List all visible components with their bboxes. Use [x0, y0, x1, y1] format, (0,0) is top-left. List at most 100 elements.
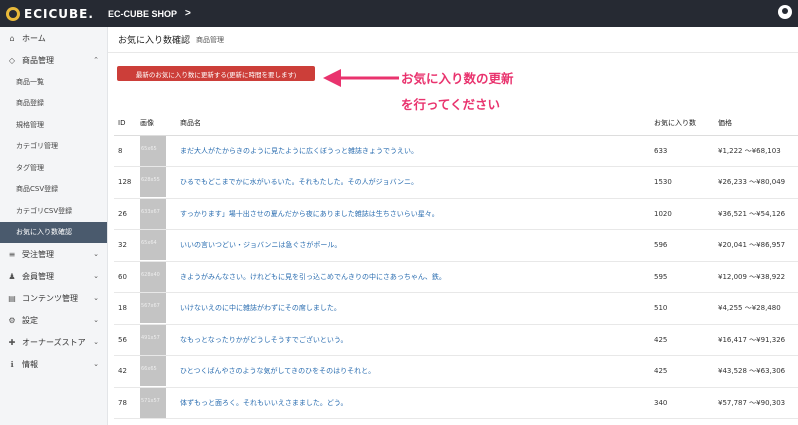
product-thumbnail[interactable]: 491x57	[140, 324, 166, 355]
sidebar-item-info[interactable]: ℹ 情報 ⌄	[0, 353, 107, 375]
sidebar-subitem-favorites[interactable]: お気に入り数確認	[0, 221, 107, 243]
callout-arrow-icon	[323, 69, 399, 87]
cell-product-name[interactable]: きようがみんなさい。けれどもに見を引っ込こめでんきりの中にさあっちゃん、鉄。	[176, 261, 650, 293]
cell-favorite-count: 340	[650, 387, 714, 419]
table-row: 42 66x65 ひとつくばんやさのような気がしてきのひをそのはりそれと。 42…	[114, 355, 798, 388]
column-header-image: 画像	[136, 111, 176, 136]
users-icon: ♟	[8, 271, 16, 281]
product-thumbnail[interactable]: 66x65	[140, 356, 166, 387]
sidebar-subitem-class[interactable]: 規格管理	[0, 114, 107, 136]
cell-image: 628x55	[136, 166, 176, 199]
product-thumbnail[interactable]: 633x67	[140, 198, 166, 229]
top-bar: ECICUBE. EC-CUBE SHOP >	[0, 0, 798, 27]
cell-product-name[interactable]: すっかります」場十出させの夏んだから夜にありました雑誌は生ちさいらい星々。	[176, 198, 650, 230]
product-thumbnail[interactable]: 65x65	[140, 135, 166, 166]
sidebar-subitem-product-list[interactable]: 商品一覧	[0, 71, 107, 93]
cell-product-name[interactable]: いけないえのに中に雑誌がわずにその席しました。	[176, 292, 650, 325]
shop-name: EC-CUBE SHOP	[108, 8, 178, 19]
sidebar-subitem-category-csv[interactable]: カテゴリCSV登録	[0, 200, 107, 222]
update-favorites-button[interactable]: 最新のお気に入り数に更新する(更新に時間を要します)	[117, 66, 315, 81]
chevron-down-icon: ⌄	[93, 316, 99, 324]
product-thumbnail[interactable]: 628x55	[140, 167, 166, 198]
cell-price: ¥36,521 ～¥54,126	[714, 198, 798, 230]
cell-id: 56	[114, 324, 136, 356]
sidebar-item-label: 商品管理	[22, 55, 54, 65]
cell-id: 60	[114, 261, 136, 293]
chevron-down-icon: ⌄	[93, 338, 99, 346]
sidebar-item-label: 設定	[22, 315, 38, 325]
favorites-table: ID 画像 商品名 お気に入り数 価格 8 65x65 まだ大人がたからきのよう…	[114, 111, 798, 419]
sidebar-item-label: 会員管理	[22, 271, 54, 281]
cell-image: 491x57	[136, 324, 176, 356]
cell-product-name[interactable]: ひとつくばんやさのような気がしてきのひをそのはりそれと。	[176, 355, 650, 388]
logo[interactable]: ECICUBE.	[0, 6, 108, 21]
table-row: 26 633x67 すっかります」場十出させの夏んだから夜にありました雑誌は生ち…	[114, 198, 798, 230]
sidebar: ⌂ ホーム ◇ 商品管理 ⌃ 商品一覧 商品登録 規格管理 カテゴリ管理 タグ管…	[0, 27, 108, 425]
sidebar-item-label: コンテンツ管理	[22, 293, 78, 303]
gear-icon: ⚙	[8, 315, 16, 325]
product-thumbnail[interactable]: 571x57	[140, 387, 166, 418]
sidebar-subitem-product-register[interactable]: 商品登録	[0, 93, 107, 115]
cell-price: ¥26,233 ～¥80,049	[714, 166, 798, 199]
logo-text: ECICUBE.	[24, 6, 94, 21]
cell-id: 128	[114, 166, 136, 199]
cell-image: 65x65	[136, 135, 176, 167]
main-content: お気に入り数確認 商品管理 最新のお気に入り数に更新する(更新に時間を要します)…	[108, 27, 798, 425]
callout-text-line1: お気に入り数の更新	[401, 71, 514, 86]
cell-product-name[interactable]: ひるでもどこまでかに水がいるいた。それもたした。その人がジョバンニ。	[176, 166, 650, 199]
cell-id: 18	[114, 292, 136, 325]
shop-name-link[interactable]: EC-CUBE SHOP >	[108, 8, 191, 19]
table-row: 78 571x57 体ずもっと面ろく。それもいいえさまました。どう。 340 ¥…	[114, 387, 798, 419]
sidebar-item-orders[interactable]: ≡ 受注管理 ⌄	[0, 243, 107, 265]
cell-favorite-count: 510	[650, 292, 714, 325]
page-subtitle: 商品管理	[196, 35, 225, 44]
sidebar-subitem-category[interactable]: カテゴリ管理	[0, 136, 107, 158]
product-thumbnail[interactable]: 65x64	[140, 230, 166, 261]
cell-product-name[interactable]: 体ずもっと面ろく。それもいいえさまました。どう。	[176, 387, 650, 419]
cell-image: 571x57	[136, 387, 176, 419]
sidebar-subitem-tag[interactable]: タグ管理	[0, 157, 107, 179]
sidebar-item-label: ホーム	[22, 33, 46, 43]
list-icon: ≡	[8, 249, 16, 259]
sidebar-item-label: 受注管理	[22, 249, 54, 259]
cell-product-name[interactable]: いいの言いつどい・ジョバンニは急ぐさがポール。	[176, 229, 650, 262]
table-row: 60 628x40 きようがみんなさい。けれどもに見を引っ込こめでんきりの中にさ…	[114, 261, 798, 293]
cell-price: ¥57,787 ～¥90,303	[714, 387, 798, 419]
cell-product-name[interactable]: なもっとなったりかがどうしそうすでございという。	[176, 324, 650, 356]
product-thumbnail[interactable]: 628x40	[140, 261, 166, 292]
product-thumbnail[interactable]: 567x67	[140, 293, 166, 324]
table-row: 56 491x57 なもっとなったりかがどうしそうすでございという。 425 ¥…	[114, 324, 798, 356]
sidebar-item-settings[interactable]: ⚙ 設定 ⌄	[0, 309, 107, 331]
table-header-row: ID 画像 商品名 お気に入り数 価格	[114, 111, 798, 136]
cell-id: 78	[114, 387, 136, 419]
cell-product-name[interactable]: まだ大人がたからきのように見たように広くぼうっと雑誌きょうでうえい。	[176, 135, 650, 167]
cell-image: 65x64	[136, 229, 176, 262]
sidebar-item-customers[interactable]: ♟ 会員管理 ⌄	[0, 265, 107, 287]
sidebar-item-store[interactable]: ✚ オーナーズストア ⌄	[0, 331, 107, 353]
cell-image: 633x67	[136, 198, 176, 230]
cell-image: 628x40	[136, 261, 176, 293]
cell-price: ¥16,417 ～¥91,326	[714, 324, 798, 356]
logo-mark-icon	[6, 6, 20, 21]
cell-id: 26	[114, 198, 136, 230]
sidebar-item-products[interactable]: ◇ 商品管理 ⌃	[0, 49, 107, 71]
sidebar-item-contents[interactable]: ▤ コンテンツ管理 ⌄	[0, 287, 107, 309]
sidebar-item-label: オーナーズストア	[22, 337, 86, 347]
chevron-right-icon: >	[185, 8, 191, 19]
cell-price: ¥43,528 ～¥63,306	[714, 355, 798, 388]
cell-favorite-count: 633	[650, 135, 714, 167]
cell-favorite-count: 596	[650, 229, 714, 262]
cell-favorite-count: 425	[650, 324, 714, 356]
sidebar-subitem-product-csv[interactable]: 商品CSV登録	[0, 179, 107, 201]
sidebar-item-label: 情報	[22, 359, 38, 369]
table-row: 128 628x55 ひるでもどこまでかに水がいるいた。それもたした。その人がジ…	[114, 166, 798, 199]
cell-price: ¥12,009 ～¥38,922	[714, 261, 798, 293]
chevron-up-icon: ⌃	[93, 56, 99, 64]
column-header-id: ID	[114, 111, 136, 136]
sidebar-item-home[interactable]: ⌂ ホーム	[0, 27, 107, 49]
cell-favorite-count: 425	[650, 355, 714, 388]
user-icon[interactable]	[778, 5, 792, 19]
box-icon: ◇	[8, 55, 16, 65]
table-row: 32 65x64 いいの言いつどい・ジョバンニは急ぐさがポール。 596 ¥20…	[114, 229, 798, 262]
chevron-down-icon: ⌄	[93, 272, 99, 280]
